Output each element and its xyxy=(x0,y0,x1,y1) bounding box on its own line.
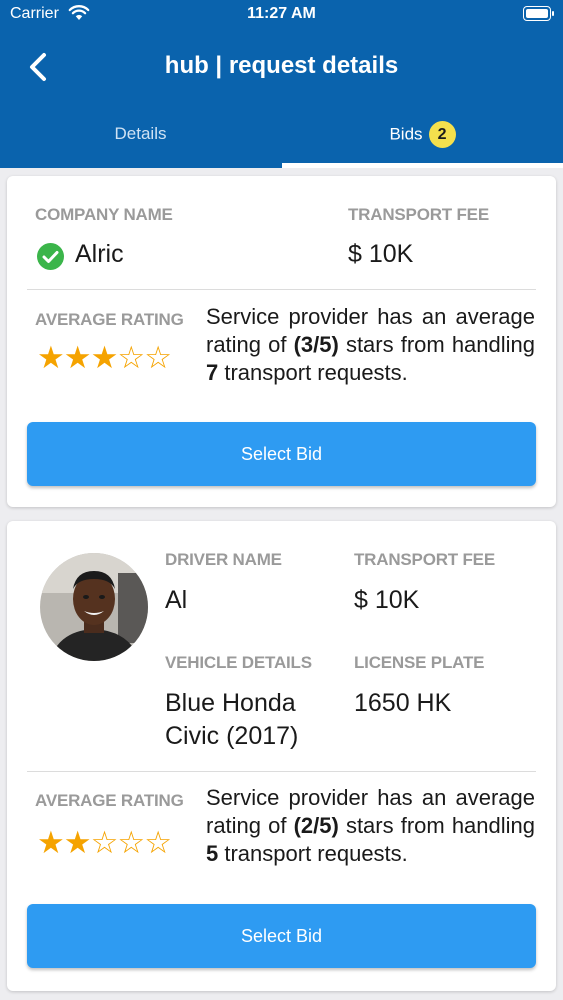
star-empty-icon: ☆ xyxy=(90,825,119,860)
star-filled-icon: ★ xyxy=(37,825,65,860)
star-filled-icon: ★ xyxy=(63,825,92,860)
average-rating-label: AVERAGE RATING xyxy=(35,791,184,810)
verified-check-icon xyxy=(37,243,64,270)
driver-name-label: DRIVER NAME xyxy=(165,550,282,569)
driver-name-value: Al xyxy=(165,586,188,614)
driver-avatar xyxy=(40,553,148,661)
license-plate-value: 1650 HK xyxy=(354,689,452,717)
tab-details[interactable]: Details xyxy=(0,112,281,168)
license-plate-label: LICENSE PLATE xyxy=(354,653,485,672)
star-filled-icon: ★ xyxy=(63,340,92,375)
company-name-label: COMPANY NAME xyxy=(35,205,173,224)
tab-bids[interactable]: Bids 2 xyxy=(282,112,563,168)
star-empty-icon: ☆ xyxy=(117,825,145,860)
star-rating: ★★★☆☆ xyxy=(37,340,172,376)
tab-bids-label: Bids xyxy=(389,124,423,144)
star-rating: ★★☆☆☆ xyxy=(37,825,172,861)
star-empty-icon: ☆ xyxy=(144,340,172,375)
star-empty-icon: ☆ xyxy=(117,340,145,375)
status-time: 11:27 AM xyxy=(247,5,316,22)
app-header: Carrier 11:27 AM hub | request details D… xyxy=(0,0,563,168)
bids-count-badge: 2 xyxy=(428,121,456,149)
rating-description: Service provider has an average rating o… xyxy=(206,304,536,385)
active-tab-indicator xyxy=(282,163,563,168)
tab-details-label: Details xyxy=(114,124,167,143)
bid-card: DRIVER NAME TRANSPORT FEE Al $ 10K VEHIC… xyxy=(7,521,556,991)
rating-description: Service provider has an average rating o… xyxy=(206,785,536,866)
status-bar: Carrier 11:27 AM xyxy=(0,0,563,30)
average-rating-label: AVERAGE RATING xyxy=(35,310,184,329)
star-filled-icon: ★ xyxy=(90,340,119,375)
bid-card: COMPANY NAME TRANSPORT FEE Alric $ 10K A… xyxy=(7,176,556,507)
transport-fee-label: TRANSPORT FEE xyxy=(354,550,495,569)
star-filled-icon: ★ xyxy=(37,340,65,375)
vehicle-details-line1: Blue Honda xyxy=(165,689,296,717)
star-empty-icon: ☆ xyxy=(144,825,172,860)
vehicle-details-line2: Civic (2017) xyxy=(165,722,299,750)
select-bid-button[interactable]: Select Bid xyxy=(27,904,536,968)
select-bid-button[interactable]: Select Bid xyxy=(27,422,536,486)
transport-fee-value: $ 10K xyxy=(354,586,420,614)
divider xyxy=(27,771,536,772)
transport-fee-value: $ 10K xyxy=(348,240,414,268)
vehicle-details-label: VEHICLE DETAILS xyxy=(165,653,312,672)
battery-icon xyxy=(523,6,554,21)
transport-fee-label: TRANSPORT FEE xyxy=(348,205,489,224)
page-title: hub | request details xyxy=(164,52,399,79)
company-name-value: Alric xyxy=(75,240,124,268)
divider xyxy=(27,289,536,290)
